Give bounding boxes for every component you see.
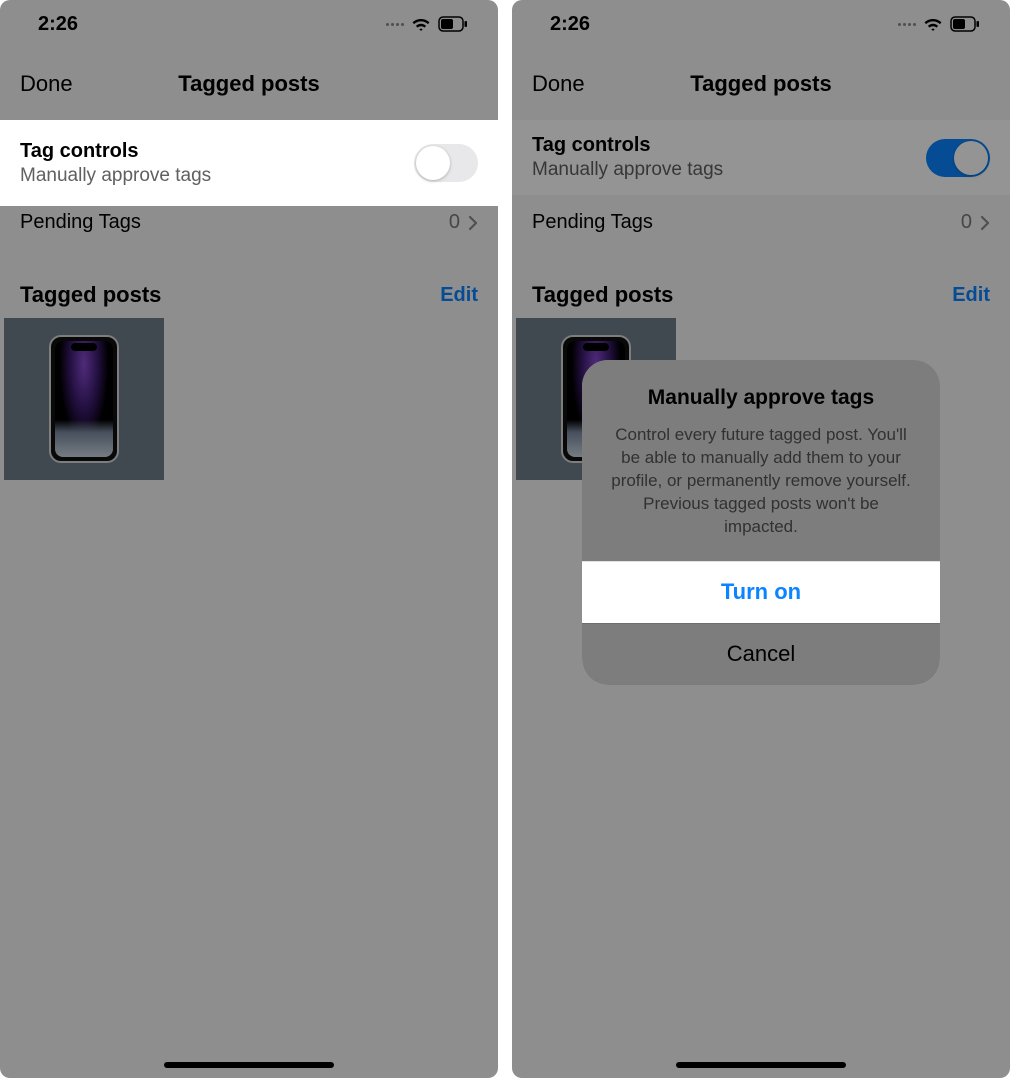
status-indicators [386, 16, 468, 32]
pending-tags-label: Pending Tags [20, 211, 141, 234]
cellular-icon [386, 23, 404, 26]
modal-body: Manually approve tags Control every futu… [582, 360, 940, 561]
tag-controls-title: Tag controls [532, 134, 723, 157]
pending-tags-count: 0 [449, 211, 460, 234]
tagged-post-thumbnail[interactable] [4, 318, 164, 480]
page-title: Tagged posts [690, 71, 831, 97]
tag-controls-toggle[interactable] [926, 139, 990, 177]
edit-button[interactable]: Edit [952, 284, 990, 307]
edit-button[interactable]: Edit [440, 284, 478, 307]
cancel-button[interactable]: Cancel [582, 623, 940, 685]
status-time: 2:26 [38, 13, 78, 36]
modal-description: Control every future tagged post. You'll… [604, 424, 918, 539]
chevron-right-icon [980, 215, 990, 231]
screenshot-left: 2:26 Done Tagged posts Tag controls Manu… [0, 0, 498, 1078]
tag-controls-toggle-hl[interactable] [414, 144, 478, 182]
page-title: Tagged posts [178, 71, 319, 97]
tag-controls-title-hl: Tag controls [20, 140, 211, 163]
chevron-right-icon [468, 215, 478, 231]
done-button[interactable]: Done [20, 71, 73, 97]
pending-tags-label: Pending Tags [532, 211, 653, 234]
status-bar: 2:26 [512, 0, 1010, 48]
home-indicator[interactable] [164, 1062, 334, 1068]
highlight-tag-controls: Tag controls Manually approve tags [0, 120, 498, 206]
screenshot-right: 2:26 Done Tagged posts Tag controls Manu… [512, 0, 1010, 1078]
status-time: 2:26 [550, 13, 590, 36]
pending-tags-count: 0 [961, 211, 972, 234]
home-indicator[interactable] [676, 1062, 846, 1068]
tagged-posts-section-header: Tagged posts Edit [0, 268, 498, 318]
cellular-icon [898, 23, 916, 26]
modal-title: Manually approve tags [604, 386, 918, 410]
pending-tags-row[interactable]: Pending Tags 0 [512, 195, 1010, 250]
confirm-modal: Manually approve tags Control every futu… [582, 360, 940, 685]
nav-bar: Done Tagged posts [512, 48, 1010, 120]
tag-controls-row: Tag controls Manually approve tags [512, 120, 1010, 195]
iphone-image [49, 335, 119, 463]
battery-icon [950, 16, 980, 32]
wifi-icon [410, 16, 432, 32]
status-indicators [898, 16, 980, 32]
turn-on-button[interactable]: Turn on [582, 561, 940, 623]
tagged-posts-title: Tagged posts [532, 282, 673, 308]
tag-controls-subtitle: Manually approve tags [532, 159, 723, 181]
tagged-posts-grid [0, 318, 498, 480]
wifi-icon [922, 16, 944, 32]
tagged-posts-section-header: Tagged posts Edit [512, 268, 1010, 318]
nav-bar: Done Tagged posts [0, 48, 498, 120]
tag-controls-subtitle-hl: Manually approve tags [20, 165, 211, 187]
status-bar: 2:26 [0, 0, 498, 48]
battery-icon [438, 16, 468, 32]
tagged-posts-title: Tagged posts [20, 282, 161, 308]
done-button[interactable]: Done [532, 71, 585, 97]
